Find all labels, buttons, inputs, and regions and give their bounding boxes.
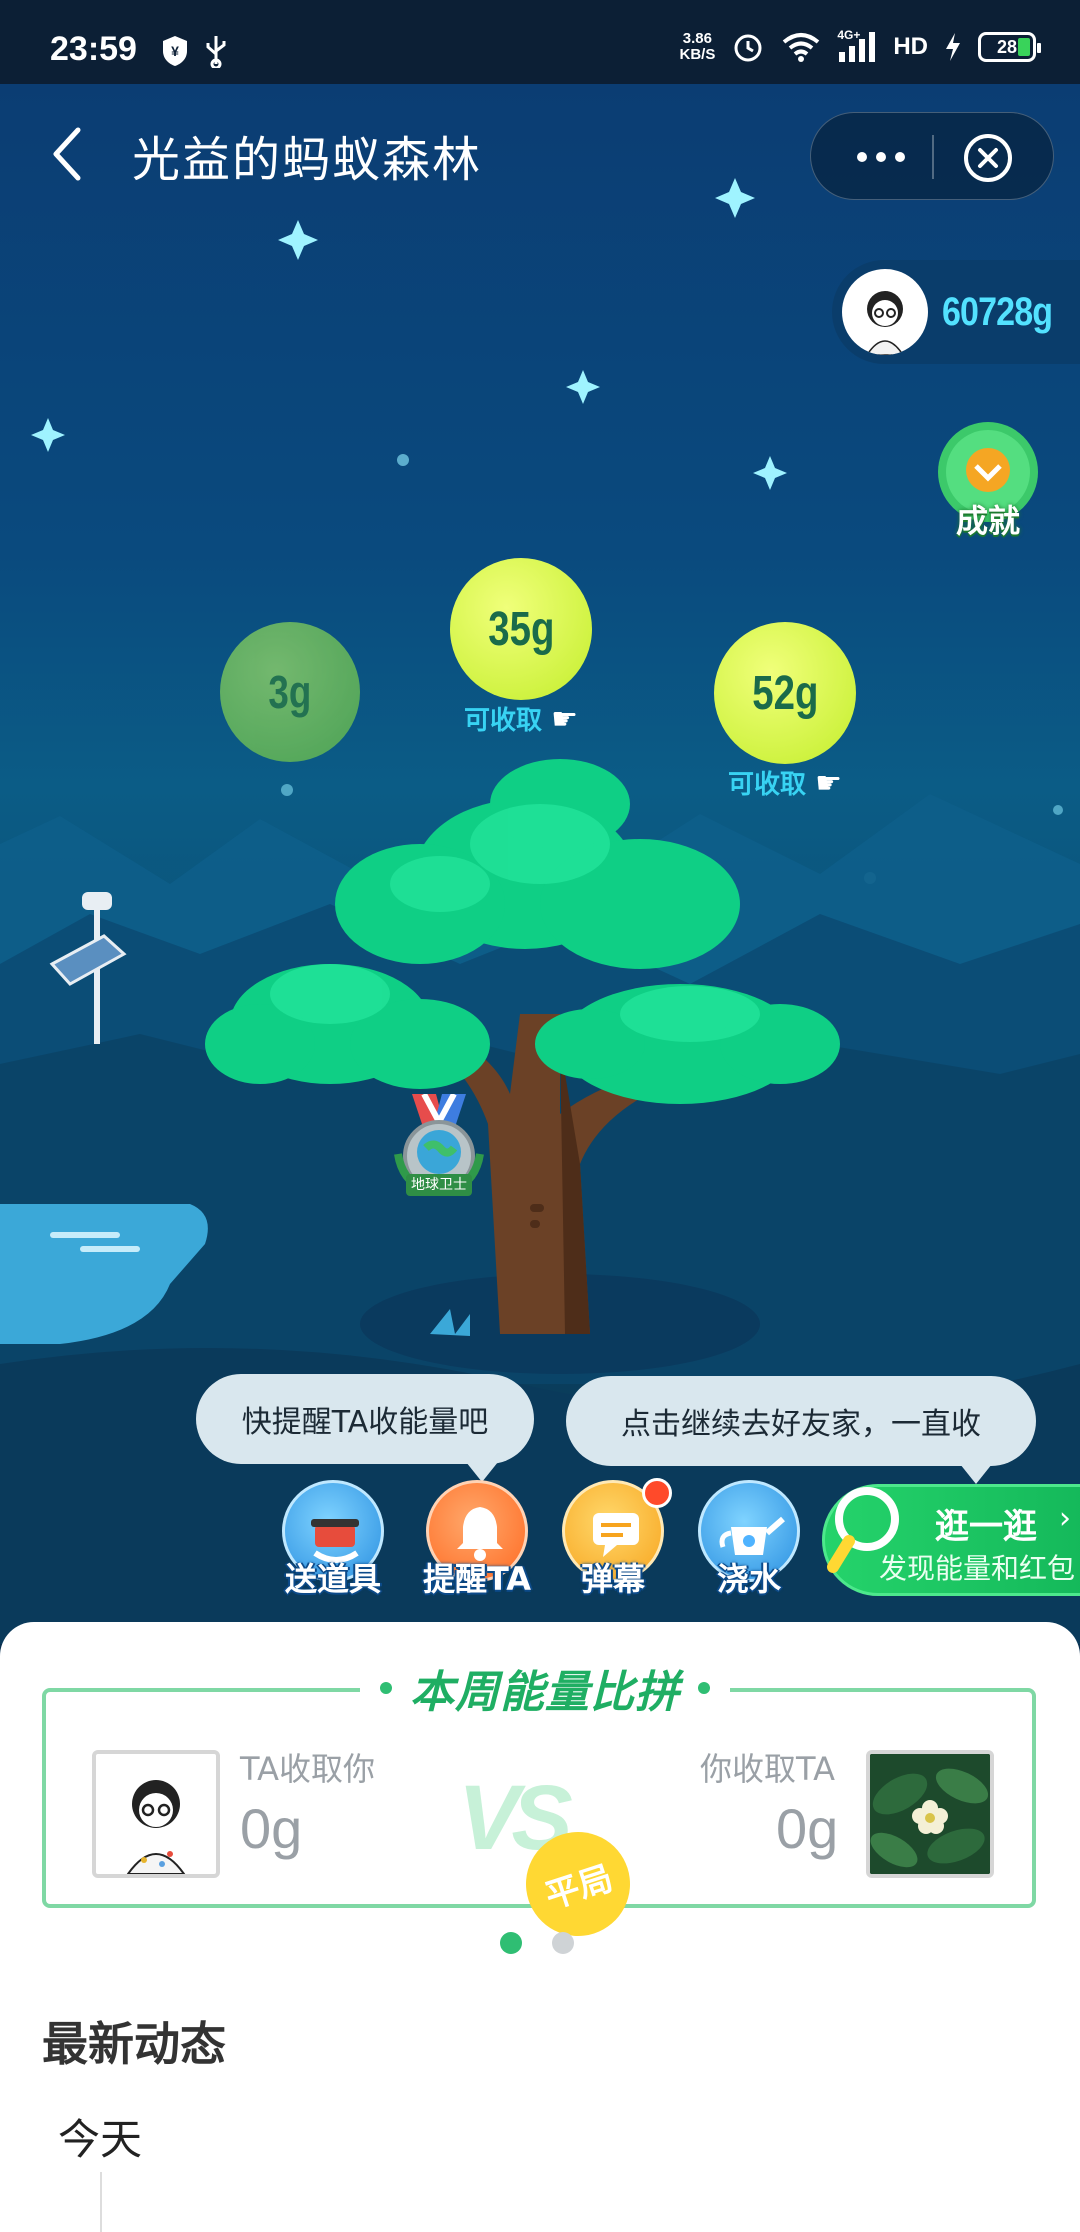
notification-dot [642, 1478, 672, 1508]
medal-label: 地球卫士 [406, 1174, 472, 1196]
hint-bubble-remind: 快提醒TA收能量吧 [196, 1374, 534, 1482]
energy-bubble[interactable]: 3g [220, 622, 360, 762]
mini-program-capsule [810, 112, 1054, 200]
energy-bubble-amount: 35g [487, 602, 555, 656]
avatar [842, 269, 928, 355]
status-time: 23:59 [50, 30, 137, 68]
hand-pointer-icon: ☛ [551, 702, 578, 737]
close-icon[interactable] [961, 131, 1015, 185]
feed-day-label: 今天 [58, 2115, 143, 2164]
barrage-button[interactable]: 弹幕 [558, 1478, 672, 1610]
stroll-button[interactable]: 逛一逛 › 发现能量和红包 [822, 1484, 1080, 1596]
remind-label: 提醒TA [422, 1560, 532, 1598]
more-icon[interactable] [841, 137, 921, 177]
wifi-icon [783, 33, 820, 62]
bottom-sheet: 本周能量比拼 TA收取你 0g VS 平局 你收取TA 0g 最新动态 今天 [0, 1622, 1080, 2232]
net-speed-value: 3.86 [682, 30, 712, 47]
title-dot [698, 1682, 710, 1694]
remind-button[interactable]: 提醒TA [422, 1480, 532, 1610]
back-icon[interactable] [46, 124, 90, 184]
net-speed-unit: KB/S [679, 46, 716, 63]
weekly-energy-pk-card[interactable]: 本周能量比拼 TA收取你 0g VS 平局 你收取TA 0g [42, 1658, 1036, 1950]
pager-dot[interactable] [500, 1932, 522, 1954]
page-title: 光益的蚂蚁森林 [132, 132, 483, 188]
energy-bubble[interactable]: 35g [450, 558, 592, 700]
svg-text:¥: ¥ [171, 43, 179, 59]
energy-bubble-amount: 3g [268, 666, 312, 718]
water-label: 浇水 [716, 1560, 781, 1598]
water-button[interactable]: 浇水 [694, 1480, 804, 1610]
title-dot [380, 1682, 392, 1694]
stroll-title: 逛一逛 [935, 1507, 1037, 1547]
pager-dot[interactable] [552, 1932, 574, 1954]
friend-collected-value: 0g [240, 1797, 303, 1860]
shield-icon: ¥ [163, 36, 187, 66]
alarm-icon [734, 34, 762, 62]
send-props-label: 送道具 [284, 1560, 381, 1598]
timeline-line [100, 2172, 102, 2232]
pk-pager [500, 1932, 574, 1954]
status-bar: 23:59 ¥ 3.86 KB/S 4G+ HD 28 [0, 0, 1080, 84]
friend-avatar [92, 1750, 220, 1878]
hand-pointer-icon: ☛ [815, 766, 842, 801]
usb-icon [206, 36, 226, 68]
battery-indicator: 28 [978, 32, 1041, 62]
achievement-button[interactable]: 成就 [932, 420, 1044, 550]
capsule-divider [932, 135, 934, 179]
hd-indicator: HD [893, 33, 928, 60]
collectable-tip: 可收取 ☛ [464, 702, 578, 737]
you-collected-caption: 你收取TA [700, 1750, 835, 1788]
stroll-subtitle: 发现能量和红包 [879, 1552, 1076, 1585]
my-avatar [866, 1750, 994, 1878]
charging-icon [946, 33, 960, 61]
friend-collected-caption: TA收取你 [240, 1750, 375, 1788]
chevron-right-icon: › [1059, 1501, 1071, 1536]
pk-title: 本周能量比拼 [410, 1667, 680, 1718]
earth-guardian-medal[interactable]: 地球卫士 [384, 1092, 494, 1204]
collectable-tip: 可收取 ☛ [728, 766, 842, 801]
barrage-label: 弹幕 [580, 1560, 645, 1598]
hint-bubble-continue: 点击继续去好友家，一直收 [566, 1376, 1036, 1484]
energy-bubble[interactable]: 52g [714, 622, 856, 764]
energy-total-pill[interactable]: 60728g [832, 260, 1080, 364]
network-type: 4G+ [837, 28, 861, 42]
latest-feed-title: 最新动态 [42, 2017, 226, 2071]
energy-bubble-amount: 52g [751, 666, 819, 720]
energy-total-value: 60728g [942, 289, 1053, 334]
you-collected-value: 0g [776, 1797, 839, 1860]
send-props-button[interactable]: 送道具 [278, 1480, 388, 1610]
achievement-label: 成就 [955, 502, 1020, 540]
nav-bar: 光益的蚂蚁森林 [0, 84, 1080, 230]
